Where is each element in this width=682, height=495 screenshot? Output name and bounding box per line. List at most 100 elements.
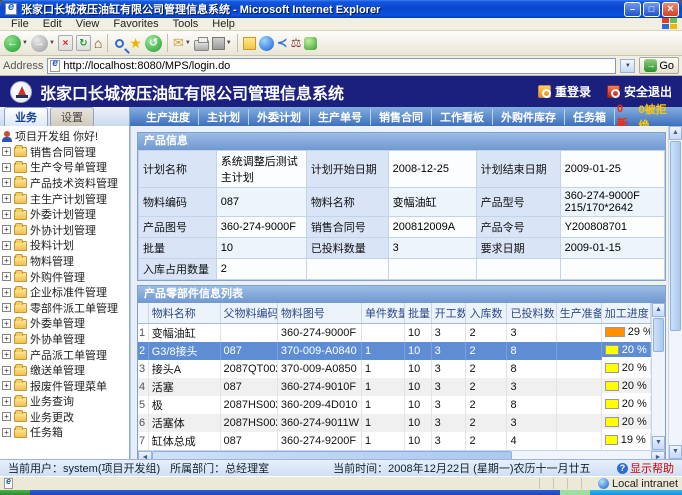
stop-button[interactable]: × [58, 35, 73, 51]
favorites-button[interactable]: ★ [129, 35, 142, 51]
table-row[interactable]: 7缸体总成087360-274-9200F11032419 % [138, 432, 651, 450]
scroll-up-icon[interactable]: ▲ [652, 303, 665, 317]
expand-plus-icon[interactable]: + [2, 241, 11, 250]
expand-plus-icon[interactable]: + [2, 256, 11, 265]
sidebar-item-1[interactable]: +生产令号单管理 [2, 160, 129, 176]
expand-plus-icon[interactable]: + [2, 366, 11, 375]
print-button[interactable] [194, 36, 209, 51]
parts-horizontal-scrollbar[interactable]: ◄ ► [138, 450, 665, 459]
browser-world-button[interactable] [259, 36, 274, 51]
scroll-right-icon[interactable]: ► [651, 451, 665, 459]
column-header[interactable]: 开工数 [431, 303, 466, 324]
notes-button[interactable] [243, 37, 256, 50]
back-dropdown-icon[interactable]: ▼ [22, 40, 28, 46]
sidebar-item-12[interactable]: +外协单管理 [2, 331, 129, 347]
mail-dropdown-icon[interactable]: ▼ [185, 40, 191, 46]
expand-plus-icon[interactable]: + [2, 210, 11, 219]
expand-plus-icon[interactable]: + [2, 428, 11, 437]
expand-plus-icon[interactable]: + [2, 350, 11, 359]
relogin-button[interactable]: 重登录 [538, 83, 591, 100]
refresh-button[interactable]: ↻ [76, 35, 91, 51]
column-header[interactable]: 物料图号 [277, 303, 361, 324]
sidebar-item-7[interactable]: +物料管理 [2, 253, 129, 269]
edit-dropdown-icon[interactable]: ▼ [226, 40, 232, 46]
sidebar-item-9[interactable]: +企业标准件管理 [2, 284, 129, 300]
tab-settings[interactable]: 设置 [50, 107, 94, 126]
expand-plus-icon[interactable]: + [2, 272, 11, 281]
sidebar-item-18[interactable]: +任务箱 [2, 425, 129, 441]
column-header[interactable]: 入库数 [466, 303, 507, 324]
tab-business[interactable]: 业务 [4, 107, 48, 126]
expand-plus-icon[interactable]: + [2, 147, 11, 156]
nav-item-3[interactable]: 生产单号 [310, 109, 371, 125]
edit-button[interactable]: ▼ [212, 37, 232, 50]
sidebar-item-3[interactable]: +主生产计划管理 [2, 191, 129, 207]
windows-taskbar[interactable] [0, 490, 682, 495]
expand-plus-icon[interactable]: + [2, 397, 11, 406]
table-row[interactable]: 2G3/8接头087370-009-A084011032820 % [138, 342, 651, 360]
expand-plus-icon[interactable]: + [2, 381, 11, 390]
expand-plus-icon[interactable]: + [2, 178, 11, 187]
sidebar-item-6[interactable]: +投料计划 [2, 238, 129, 254]
close-button[interactable]: × [662, 2, 679, 17]
column-header[interactable]: 物料名称 [148, 303, 220, 324]
scroll-down-icon[interactable]: ▼ [652, 436, 665, 450]
research-button[interactable]: ⚖ [291, 36, 302, 50]
nav-item-0[interactable]: 生产进度 [138, 109, 199, 125]
sidebar-item-4[interactable]: +外委计划管理 [2, 206, 129, 222]
logout-button[interactable]: 安全退出 [607, 83, 672, 100]
address-input[interactable]: http://localhost:8080/MPS/login.do [47, 58, 616, 74]
expand-plus-icon[interactable]: + [2, 319, 11, 328]
nav-item-2[interactable]: 外委计划 [249, 109, 310, 125]
column-header[interactable]: 批量 [404, 303, 431, 324]
msn-button[interactable]: ≺ [277, 35, 288, 51]
nav-item-6[interactable]: 外购件库存 [493, 109, 565, 125]
menu-file[interactable]: File [4, 18, 36, 30]
table-row[interactable]: 6活塞体2087HS002360-274-9011W11032320 % [138, 414, 651, 432]
nav-item-7[interactable]: 任务箱 [565, 109, 615, 125]
taskbar-item[interactable] [560, 490, 590, 495]
menu-favorites[interactable]: Favorites [106, 18, 165, 30]
address-dropdown-icon[interactable]: ▼ [620, 59, 635, 73]
sidebar-item-15[interactable]: +报废件管理菜单 [2, 378, 129, 394]
table-row[interactable]: 4活塞087360-274-9010F11032320 % [138, 378, 651, 396]
sidebar-item-0[interactable]: +销售合同管理 [2, 144, 129, 160]
sidebar-item-13[interactable]: +产品派工单管理 [2, 347, 129, 363]
table-row[interactable]: 1变幅油缸360-274-9000F1032329 % [138, 324, 651, 343]
taskbar-items[interactable] [30, 490, 560, 495]
go-button[interactable]: → Go [639, 57, 679, 74]
expand-plus-icon[interactable]: + [2, 303, 11, 312]
forward-button[interactable]: →▼ [31, 35, 55, 52]
expand-plus-icon[interactable]: + [2, 288, 11, 297]
parts-vertical-scrollbar[interactable]: ▲ ▼ [651, 303, 665, 450]
address-url[interactable]: http://localhost:8080/MPS/login.do [63, 60, 613, 72]
menu-edit[interactable]: Edit [36, 18, 69, 30]
menu-tools[interactable]: Tools [166, 18, 206, 30]
expand-plus-icon[interactable]: + [2, 163, 11, 172]
forward-dropdown-icon[interactable]: ▼ [49, 40, 55, 46]
table-row[interactable]: 3接头A2087QT002370-009-A085011032820 % [138, 360, 651, 378]
expand-plus-icon[interactable]: + [2, 225, 11, 234]
expand-plus-icon[interactable]: + [2, 194, 11, 203]
search-button[interactable] [113, 37, 126, 50]
nav-item-4[interactable]: 销售合同 [371, 109, 432, 125]
column-header[interactable]: 加工进度 [601, 303, 650, 324]
start-button[interactable] [0, 490, 30, 495]
nav-item-1[interactable]: 主计划 [199, 109, 249, 125]
expand-plus-icon[interactable]: + [2, 334, 11, 343]
menu-help[interactable]: Help [205, 18, 242, 30]
sidebar-item-17[interactable]: +业务更改 [2, 409, 129, 425]
sidebar-item-5[interactable]: +外协计划管理 [2, 222, 129, 238]
expand-plus-icon[interactable]: + [2, 412, 11, 421]
scroll-up-icon[interactable]: ▲ [669, 126, 682, 140]
sidebar-item-8[interactable]: +外购件管理 [2, 269, 129, 285]
sidebar-item-2[interactable]: +产品技术资料管理 [2, 175, 129, 191]
nav-item-5[interactable]: 工作看板 [432, 109, 493, 125]
scroll-thumb[interactable] [670, 141, 681, 331]
system-tray[interactable] [590, 490, 682, 495]
sidebar-item-14[interactable]: +缴送单管理 [2, 362, 129, 378]
menu-view[interactable]: View [69, 18, 107, 30]
sidebar-item-16[interactable]: +业务查询 [2, 394, 129, 410]
column-header[interactable]: 已投料数 [507, 303, 556, 324]
maximize-button[interactable]: □ [643, 2, 660, 17]
